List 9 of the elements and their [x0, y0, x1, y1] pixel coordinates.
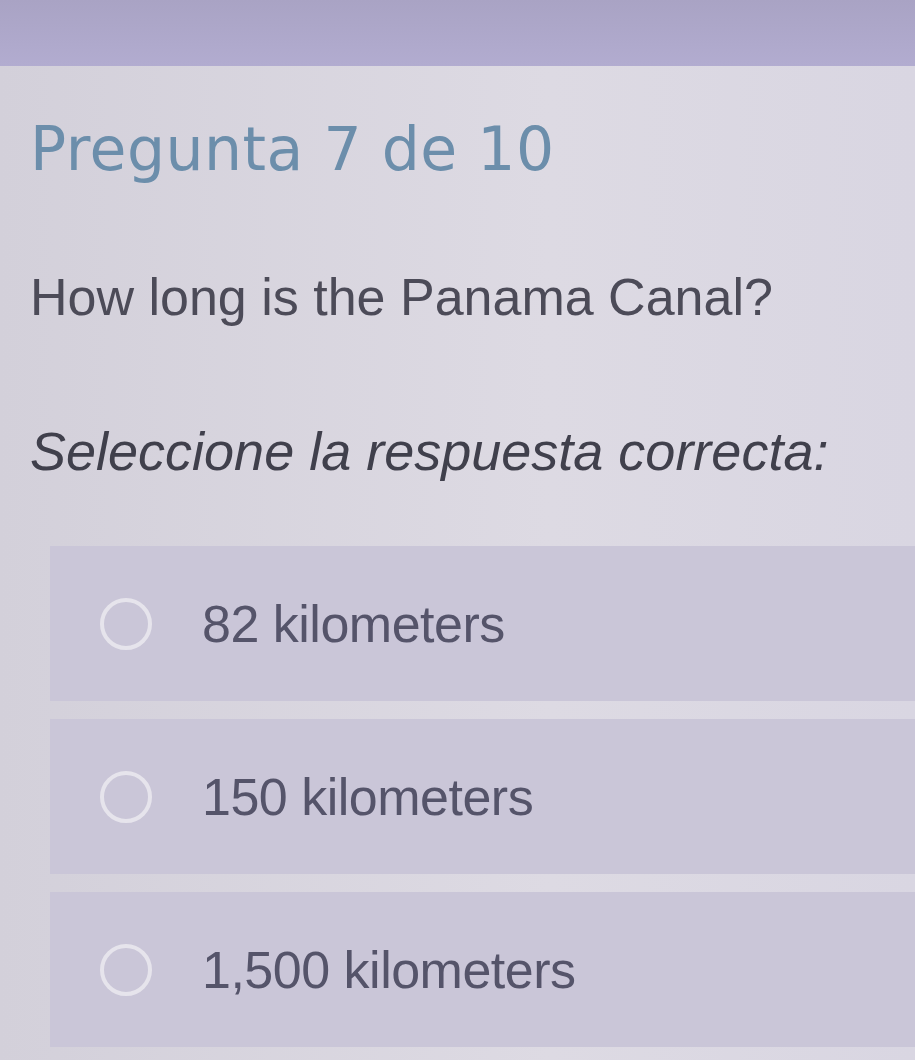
answer-option[interactable]: 150 kilometers [50, 719, 915, 874]
radio-icon[interactable] [100, 770, 152, 823]
answer-option[interactable]: 1,500 kilometers [50, 892, 915, 1047]
answer-option[interactable]: 82 kilometers [50, 546, 915, 701]
radio-icon[interactable] [100, 597, 152, 650]
instruction-text: Seleccione la respuesta correcta: [30, 420, 829, 482]
question-text: How long is the Panama Canal? [30, 267, 773, 328]
question-counter: Pregunta 7 de 10 [30, 116, 555, 182]
radio-icon[interactable] [100, 943, 152, 996]
